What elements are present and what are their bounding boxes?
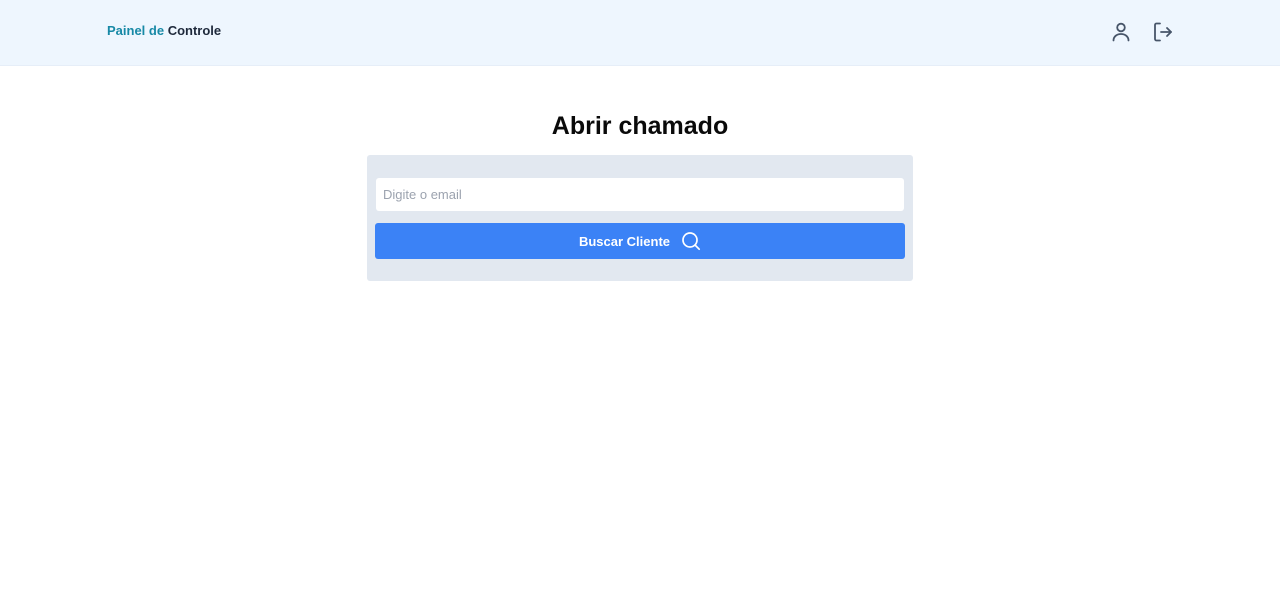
search-icon: [681, 231, 701, 251]
search-client-button[interactable]: Buscar Cliente: [375, 223, 905, 259]
user-profile-button[interactable]: [1109, 20, 1133, 44]
brand-text-primary: Painel de: [107, 23, 165, 38]
brand-logo[interactable]: Painel de Controle: [107, 23, 221, 39]
brand-text-secondary: Controle: [167, 23, 222, 38]
top-navbar: Painel de Controle: [0, 0, 1280, 66]
page-title: Abrir chamado: [551, 112, 729, 140]
logout-button[interactable]: [1151, 20, 1175, 44]
search-client-card: Buscar Cliente: [367, 155, 913, 281]
user-icon: [1112, 22, 1130, 42]
search-button-label: Buscar Cliente: [578, 233, 671, 249]
logout-icon: [1154, 22, 1172, 42]
email-input[interactable]: [376, 178, 904, 211]
